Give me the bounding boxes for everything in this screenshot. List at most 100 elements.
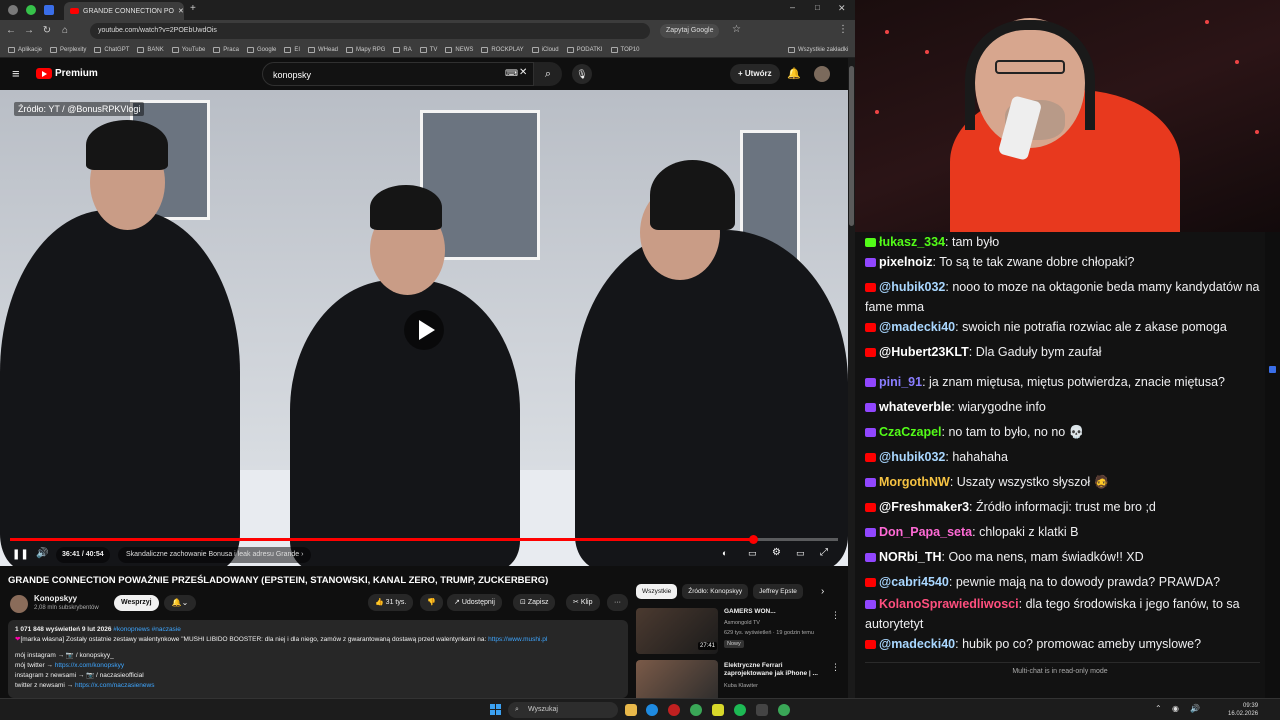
opera-icon[interactable] <box>668 704 680 716</box>
create-button[interactable]: + Utwórz <box>730 64 780 84</box>
bookmark[interactable]: Mapy RPG <box>346 46 385 53</box>
desc-link[interactable]: https://x.com/naczasienews <box>75 682 154 689</box>
bookmark[interactable]: TV <box>419 46 437 53</box>
bookmark[interactable]: TOP10 <box>610 46 639 53</box>
pause-icon[interactable]: ❚❚ <box>12 549 29 560</box>
notification-button[interactable]: 🔔⌄ <box>164 595 196 611</box>
home-icon[interactable]: ⌂ <box>58 24 72 38</box>
subtitles-icon[interactable]: ▭ <box>748 548 757 559</box>
bookmark[interactable]: ROCKPLAY <box>481 46 524 53</box>
all-bookmarks[interactable]: Wszystkie zakładki <box>788 46 848 53</box>
account-avatar[interactable] <box>814 66 830 82</box>
clip-button[interactable]: ✂ Klip <box>566 594 600 611</box>
youtube-logo[interactable]: Premium <box>36 68 98 79</box>
share-button[interactable]: ↗ Udostępnij <box>447 594 502 611</box>
rec-title[interactable]: GAMERS WON... <box>724 608 824 616</box>
more-options-icon[interactable]: ⋮ <box>831 662 840 673</box>
settings-icon[interactable]: ⚙ <box>772 547 781 558</box>
chat-username[interactable]: pini_91 <box>879 375 922 389</box>
tab-icon[interactable] <box>44 5 54 15</box>
forward-icon[interactable]: → <box>22 24 36 38</box>
chat-username[interactable]: whateverble <box>879 400 951 414</box>
autoplay-toggle-icon[interactable]: ◐ <box>722 548 727 558</box>
chat-username[interactable]: @hubik032 <box>879 450 945 464</box>
chip-topic[interactable]: Jeffrey Epste <box>753 584 803 599</box>
close-window-icon[interactable]: ✕ <box>838 3 846 14</box>
recommendation-item[interactable]: 27:41 GAMERS WON... Asmongold TV 629 tys… <box>636 608 841 656</box>
hamburger-menu-icon[interactable]: ≡ <box>12 66 20 81</box>
close-tab-icon[interactable]: ✕ <box>178 7 184 15</box>
bookmark[interactable]: iCloud <box>531 46 559 53</box>
chrome-icon[interactable] <box>690 704 702 716</box>
tab-icon[interactable] <box>8 5 18 15</box>
search-input[interactable]: konopsky <box>262 62 534 86</box>
spotify-icon[interactable] <box>734 704 746 716</box>
chapter-pill[interactable]: Skandaliczne zachowanie Bonusa i leak ad… <box>118 547 312 563</box>
more-options-icon[interactable]: ⋮ <box>831 610 840 621</box>
mic-button[interactable]: 🎙 <box>572 64 592 84</box>
bookmark[interactable]: Perplexity <box>50 46 86 53</box>
bookmark[interactable]: Praca <box>213 46 239 53</box>
bookmark[interactable]: BANK <box>137 46 164 53</box>
chat-username[interactable]: pixelnoiz <box>879 255 932 269</box>
volume-icon[interactable]: 🔊 <box>36 548 48 559</box>
video-player[interactable]: Źródło: YT / @BonusRPKVlogi ❚❚ 🔊 36:41 /… <box>0 90 848 566</box>
bookmark[interactable]: YouTube <box>171 46 205 53</box>
bookmark[interactable]: PODATKI <box>566 46 603 53</box>
back-icon[interactable]: ← <box>4 24 18 38</box>
reload-icon[interactable]: ↻ <box>40 24 54 38</box>
clock[interactable]: 09:39 16.02.2026 <box>1228 702 1258 718</box>
edge-icon[interactable] <box>646 704 658 716</box>
dislike-button[interactable]: 👎 <box>420 594 443 611</box>
desc-link[interactable]: https://x.com/konopskyy <box>55 662 124 669</box>
bookmark[interactable]: ChatGPT <box>94 46 129 53</box>
bookmark[interactable]: Google <box>246 46 276 53</box>
chat-username[interactable]: łukasz_334 <box>879 235 945 249</box>
bookmark[interactable]: RA <box>393 46 412 53</box>
scrubber-handle[interactable] <box>748 535 758 544</box>
chrome-active-icon[interactable] <box>778 704 790 716</box>
download-icon[interactable] <box>756 704 768 716</box>
chip-all[interactable]: Wszystkie <box>636 584 678 599</box>
hashtags[interactable]: #konopnews #naczasie <box>113 626 181 633</box>
fullscreen-icon[interactable]: ⤢ <box>820 547 828 558</box>
progress-bar[interactable] <box>10 535 838 544</box>
chat-username[interactable]: MorgothNW <box>879 475 950 489</box>
recommendation-item[interactable]: Elektryczne Ferrari zaprojektowane jak i… <box>636 660 841 698</box>
maximize-icon[interactable]: □ <box>815 3 820 12</box>
chat-username[interactable]: @Hubert23KLT <box>879 345 969 359</box>
volume-tray-icon[interactable]: 🔊 <box>1190 704 1200 713</box>
channel-avatar[interactable] <box>10 595 28 613</box>
chat-username[interactable]: @cabri4540 <box>879 575 949 589</box>
tab-active[interactable]: GRANDE CONNECTION PO ✕ <box>64 2 184 20</box>
taskbar-search[interactable]: ⌕ Wyszukaj <box>508 702 618 718</box>
tab-icon[interactable] <box>26 5 36 15</box>
chat-username[interactable]: CzaCzapel <box>879 425 942 439</box>
file-explorer-icon[interactable] <box>625 704 637 716</box>
description-box[interactable]: 1 071 848 wyświetleń 9 lut 2026 #konopne… <box>8 620 628 698</box>
new-tab-icon[interactable]: + <box>190 3 196 14</box>
big-play-button[interactable] <box>404 310 444 350</box>
page-scrollbar[interactable] <box>848 58 855 698</box>
bookmark[interactable]: NEWS <box>445 46 473 53</box>
save-button[interactable]: ⊡ Zapisz <box>513 594 556 611</box>
chevron-right-icon[interactable]: › <box>821 586 824 597</box>
chat-username[interactable]: KolanoSprawiedliwosci <box>879 597 1019 611</box>
channel-name[interactable]: Konopskyy <box>34 594 77 603</box>
rec-title[interactable]: Elektryczne Ferrari zaprojektowane jak i… <box>724 662 824 678</box>
scrollbar-thumb[interactable] <box>849 66 854 226</box>
chat-username[interactable]: NORbi_TH <box>879 550 942 564</box>
like-button[interactable]: 👍 31 tys. <box>368 594 414 611</box>
chat-username[interactable]: @madecki40 <box>879 320 955 334</box>
desc-link[interactable]: https://www.mushi.pl <box>488 636 547 643</box>
bell-icon[interactable]: 🔔 <box>787 67 801 80</box>
chip-source[interactable]: Źródło: Konopskyy <box>682 584 749 599</box>
bookmark[interactable]: Aplikacje <box>8 46 42 53</box>
chat-username[interactable]: @madecki40 <box>879 637 955 651</box>
menu-icon[interactable]: ⋮ <box>838 24 848 35</box>
url-field[interactable]: youtube.com/watch?v=2POEbUwdOis <box>90 23 650 39</box>
minimize-icon[interactable]: – <box>790 2 795 12</box>
support-button[interactable]: Wesprzyj <box>114 595 159 611</box>
star-icon[interactable]: ☆ <box>732 24 741 35</box>
clear-search-icon[interactable]: ✕ <box>519 67 527 78</box>
